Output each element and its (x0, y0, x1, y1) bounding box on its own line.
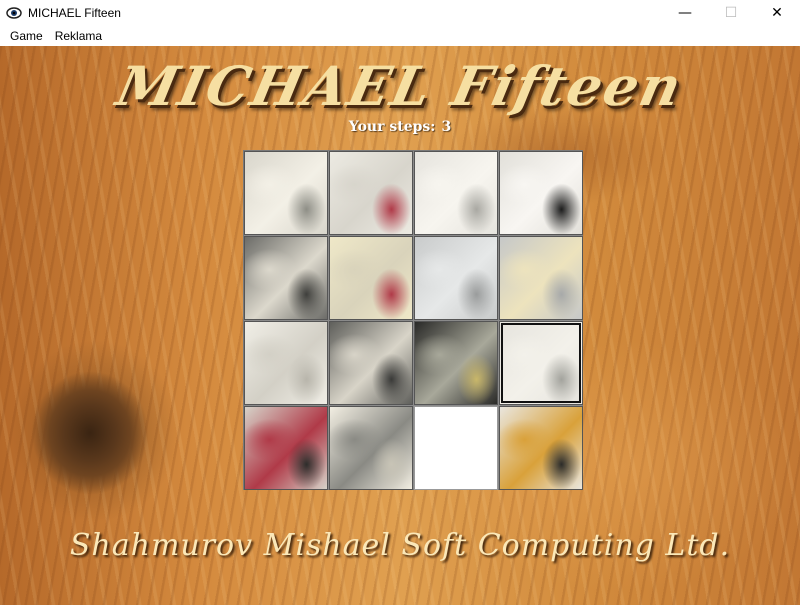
puzzle-tile-bottle-neck-pleats[interactable] (499, 151, 583, 235)
steps-label: Your steps: (348, 119, 436, 135)
puzzle-tile-calla-shadow[interactable] (329, 321, 413, 405)
maximize-button[interactable]: ☐ (708, 0, 754, 26)
puzzle-tile-dark-calla[interactable] (244, 236, 328, 320)
steps-value: 3 (441, 119, 452, 135)
menu-game[interactable]: Game (0, 26, 51, 46)
puzzle-tile-bottle-label[interactable] (414, 321, 498, 405)
puzzle-tile-calla-bloom[interactable] (329, 406, 413, 490)
puzzle-tile-glass-bubbles-gray[interactable] (499, 236, 583, 320)
puzzle-tile-glass-foam[interactable] (499, 321, 583, 405)
empty-slot[interactable] (414, 406, 498, 490)
minimize-button[interactable]: — (662, 0, 708, 26)
puzzle-tile-ribbon-bottle[interactable] (244, 406, 328, 490)
puzzle-tile-champagne-glass-gold[interactable] (499, 406, 583, 490)
menu-bar: Game Reklama (0, 26, 800, 46)
window-title: MICHAEL Fifteen (28, 6, 121, 20)
puzzle-board (243, 150, 583, 490)
eye-logo-icon (6, 7, 22, 19)
puzzle-tile-ribbon-bubbles[interactable] (329, 151, 413, 235)
steps-counter: Your steps: 3 (0, 119, 800, 135)
puzzle-tile-calla-lily-glass[interactable] (244, 151, 328, 235)
puzzle-tile-white-pleats[interactable] (244, 321, 328, 405)
puzzle-tile-glass-rim-flower[interactable] (414, 151, 498, 235)
menu-reklama[interactable]: Reklama (51, 26, 110, 46)
game-title-logo: MICHAEL Fifteen (111, 54, 689, 118)
game-area: MICHAEL Fifteen Your steps: 3 Shahmurov M… (0, 46, 800, 605)
puzzle-tile-champagne-pour[interactable] (329, 236, 413, 320)
title-bar: MICHAEL Fifteen — ☐ ✕ (0, 0, 800, 26)
close-button[interactable]: ✕ (754, 0, 800, 26)
puzzle-tile-glass-clear[interactable] (414, 236, 498, 320)
company-signature: Shahmurov Mishael Soft Computing Ltd. (69, 528, 731, 563)
